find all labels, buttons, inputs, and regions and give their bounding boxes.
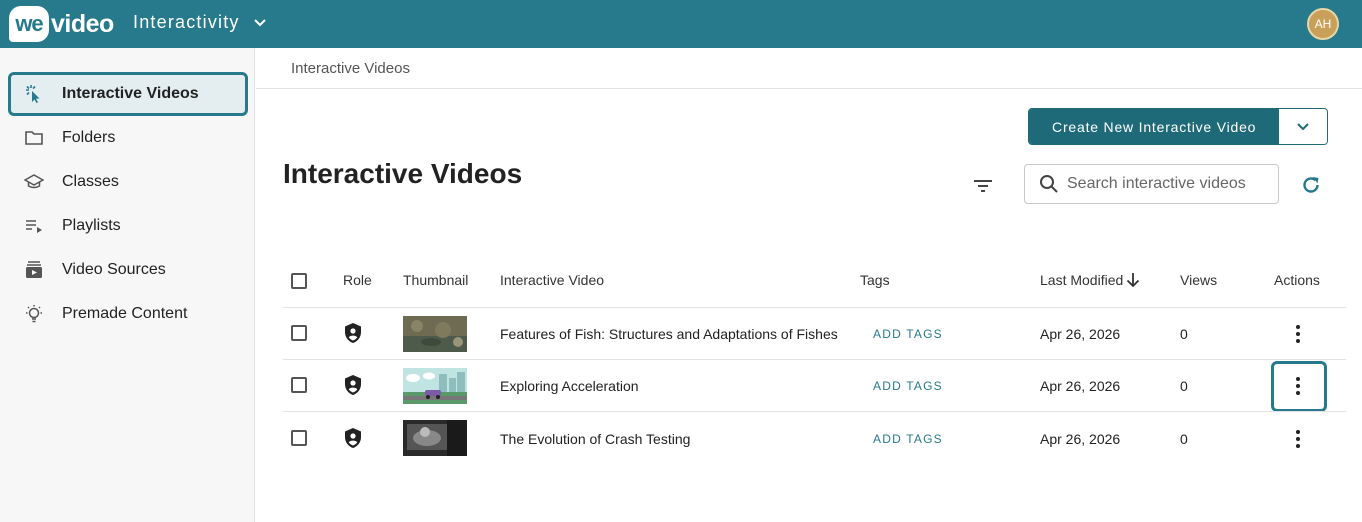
- playlist-icon: [24, 216, 44, 236]
- last-modified: Apr 26, 2026: [1040, 326, 1121, 342]
- add-tags-button[interactable]: ADD TAGS: [873, 432, 943, 446]
- more-vertical-icon: [1296, 430, 1300, 448]
- sidebar-item-label: Interactive Videos: [62, 85, 199, 102]
- sidebar-item-label: Classes: [62, 173, 119, 190]
- views-count: 0: [1180, 378, 1188, 394]
- video-thumbnail[interactable]: [403, 420, 467, 456]
- shield-account-icon: [345, 375, 361, 395]
- logo-video: video: [51, 9, 114, 38]
- row-checkbox[interactable]: [291, 325, 307, 341]
- add-tags-button[interactable]: ADD TAGS: [873, 327, 943, 341]
- video-title[interactable]: Features of Fish: Structures and Adaptat…: [500, 326, 838, 342]
- folder-icon: [24, 128, 44, 148]
- row-checkbox[interactable]: [291, 430, 307, 446]
- app-switcher[interactable]: Interactivity: [133, 12, 266, 33]
- video-thumbnail[interactable]: [403, 316, 467, 352]
- search-input[interactable]: [1067, 175, 1267, 193]
- create-new-interactive-video-button[interactable]: Create New Interactive Video: [1029, 109, 1280, 144]
- sidebar-item-interactive-videos[interactable]: Interactive Videos: [8, 72, 248, 116]
- sidebar-item-playlists[interactable]: Playlists: [8, 204, 248, 248]
- chevron-down-icon: [1297, 120, 1309, 134]
- actions-menu-button[interactable]: [1286, 374, 1310, 398]
- filter-button[interactable]: [970, 176, 996, 196]
- select-all-checkbox[interactable]: [291, 273, 307, 289]
- row-divider: [283, 359, 1346, 360]
- video-library-icon: [24, 260, 44, 280]
- refresh-button[interactable]: [1300, 174, 1322, 196]
- filter-icon: [974, 180, 992, 192]
- app-name: Interactivity: [133, 12, 240, 32]
- sidebar: Interactive Videos Folders Classes Playl…: [0, 48, 255, 522]
- avatar[interactable]: AH: [1307, 8, 1339, 40]
- column-header-tags: Tags: [860, 272, 890, 288]
- views-count: 0: [1180, 326, 1188, 342]
- column-header-thumbnail: Thumbnail: [403, 272, 469, 288]
- sidebar-item-classes[interactable]: Classes: [8, 160, 248, 204]
- graduation-cap-icon: [24, 172, 44, 192]
- sidebar-item-premade-content[interactable]: Premade Content: [8, 292, 248, 336]
- shield-account-icon: [345, 428, 361, 448]
- logo-we: we: [9, 6, 49, 42]
- row-divider: [283, 411, 1346, 412]
- lightbulb-icon: [24, 304, 44, 324]
- chevron-down-icon: [253, 16, 266, 30]
- sidebar-item-folders[interactable]: Folders: [8, 116, 248, 160]
- column-header-label: Last Modified: [1040, 272, 1124, 288]
- column-header-interactive-video: Interactive Video: [500, 272, 605, 288]
- header-divider: [283, 307, 1346, 308]
- sidebar-item-label: Premade Content: [62, 305, 188, 322]
- refresh-icon: [1303, 177, 1319, 193]
- create-button-group: Create New Interactive Video: [1028, 108, 1328, 145]
- wevideo-logo[interactable]: we video: [9, 6, 114, 42]
- last-modified: Apr 26, 2026: [1040, 378, 1121, 394]
- actions-menu-button[interactable]: [1286, 427, 1310, 451]
- shield-account-icon: [345, 323, 361, 343]
- last-modified: Apr 26, 2026: [1040, 431, 1121, 447]
- column-header-last-modified[interactable]: Last Modified: [1040, 272, 1141, 288]
- video-title[interactable]: The Evolution of Crash Testing: [500, 431, 690, 447]
- column-header-views: Views: [1180, 272, 1218, 288]
- search-box: [1024, 164, 1279, 204]
- create-options-dropdown-button[interactable]: [1279, 109, 1327, 144]
- more-vertical-icon: [1296, 325, 1300, 343]
- video-thumbnail[interactable]: [403, 368, 467, 404]
- video-title[interactable]: Exploring Acceleration: [500, 378, 639, 394]
- sidebar-item-label: Folders: [62, 129, 116, 146]
- breadcrumb: Interactive Videos: [291, 60, 410, 77]
- sidebar-item-video-sources[interactable]: Video Sources: [8, 248, 248, 292]
- page-title: Interactive Videos: [283, 158, 523, 189]
- more-vertical-icon: [1296, 377, 1300, 395]
- top-bar: we video Interactivity AH: [0, 0, 1362, 48]
- arrow-down-icon: [1127, 273, 1140, 288]
- cursor-click-icon: [24, 84, 44, 104]
- column-header-role: Role: [343, 272, 372, 288]
- search-icon: [1039, 174, 1059, 194]
- row-checkbox[interactable]: [291, 377, 307, 393]
- breadcrumb-bar: Interactive Videos: [256, 48, 1362, 89]
- add-tags-button[interactable]: ADD TAGS: [873, 379, 943, 393]
- sidebar-item-label: Video Sources: [62, 261, 166, 278]
- sidebar-item-label: Playlists: [62, 217, 121, 234]
- views-count: 0: [1180, 431, 1188, 447]
- actions-menu-button[interactable]: [1286, 322, 1310, 346]
- column-header-actions: Actions: [1274, 272, 1320, 288]
